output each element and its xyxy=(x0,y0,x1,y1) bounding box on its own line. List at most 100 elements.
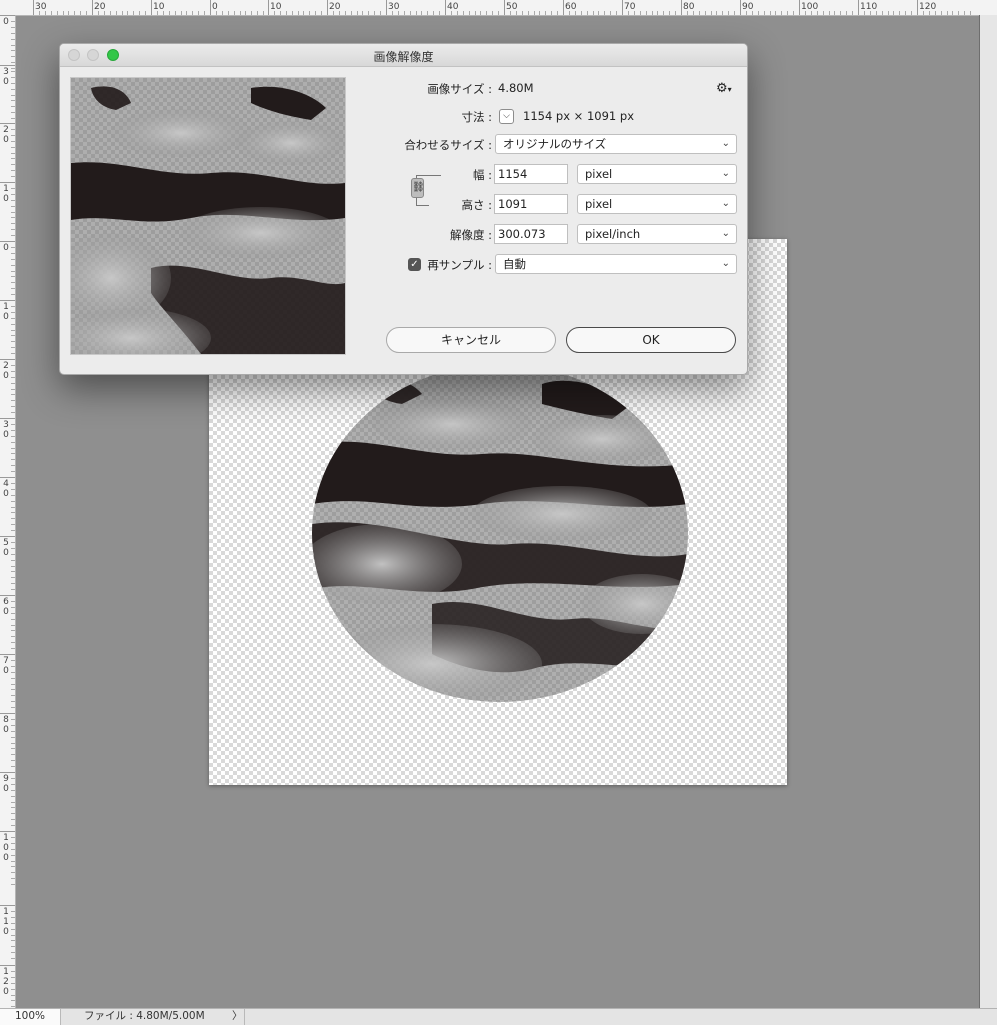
ruler-minor-tick xyxy=(11,423,15,425)
ruler-minor-tick xyxy=(11,288,15,290)
chevron-down-icon: ⌄ xyxy=(721,138,730,149)
ruler-minor-tick xyxy=(11,406,15,408)
ruler-minor-tick xyxy=(627,11,629,15)
ruler-minor-tick xyxy=(710,11,712,15)
ruler-minor-tick xyxy=(934,11,936,15)
ruler-minor-tick xyxy=(11,400,15,402)
dimensions-value: 1154 px × 1091 px xyxy=(523,109,635,123)
ruler-minor-tick xyxy=(846,11,848,15)
ruler-minor-tick xyxy=(11,170,15,172)
ruler-minor-tick xyxy=(887,11,889,15)
ruler-minor-tick xyxy=(928,11,930,15)
ruler-minor-tick xyxy=(11,252,15,254)
ruler-minor-tick xyxy=(11,642,15,644)
ruler-tick xyxy=(0,477,15,478)
ruler-minor-tick xyxy=(11,146,15,148)
ruler-minor-tick xyxy=(11,62,15,64)
ruler-minor-tick xyxy=(433,11,435,15)
ruler-minor-tick xyxy=(11,789,15,791)
ruler-minor-tick xyxy=(11,795,15,797)
ruler-minor-tick xyxy=(11,825,15,827)
dimensions-label: 寸法 : xyxy=(461,110,492,124)
ruler-label: 20 xyxy=(3,361,9,381)
ruler-minor-tick xyxy=(598,11,600,15)
height-input[interactable]: 1091 xyxy=(494,194,568,214)
ruler-minor-tick xyxy=(11,258,15,260)
resolution-unit-select[interactable]: pixel/inch ⌄ xyxy=(577,224,737,244)
cancel-button[interactable]: キャンセル xyxy=(386,327,556,353)
ruler-minor-tick xyxy=(257,11,259,15)
ruler-minor-tick xyxy=(515,11,517,15)
ruler-minor-tick xyxy=(651,11,653,15)
ruler-minor-tick xyxy=(722,11,724,15)
ruler-minor-tick xyxy=(11,940,15,942)
gear-icon[interactable]: ⚙▾ xyxy=(716,81,732,96)
ruler-minor-tick xyxy=(11,524,15,526)
ruler-minor-tick xyxy=(362,11,364,15)
ruler-minor-tick xyxy=(263,11,265,15)
ruler-tick xyxy=(0,241,15,242)
ruler-tick xyxy=(858,0,859,15)
resolution-input[interactable]: 300.073 xyxy=(494,224,568,244)
ruler-minor-tick xyxy=(11,370,15,372)
ruler-minor-tick xyxy=(273,11,275,15)
ok-button[interactable]: OK xyxy=(566,327,736,353)
ruler-minor-tick xyxy=(11,412,15,414)
ruler-minor-tick xyxy=(11,872,15,874)
ruler-minor-tick xyxy=(162,11,164,15)
ruler-minor-tick xyxy=(11,624,15,626)
ruler-minor-tick xyxy=(97,11,99,15)
ruler-tick xyxy=(0,15,15,16)
status-menu-arrow[interactable]: 〉 xyxy=(232,1009,243,1024)
width-unit-select[interactable]: pixel ⌄ xyxy=(577,164,737,184)
ruler-label: 70 xyxy=(3,656,9,676)
ruler-minor-tick xyxy=(11,754,15,756)
ruler-label: 110 xyxy=(3,907,9,937)
ruler-minor-tick xyxy=(11,118,15,120)
ruler-minor-tick xyxy=(11,176,15,178)
ruler-minor-tick xyxy=(11,583,15,585)
ruler-minor-tick xyxy=(11,600,15,602)
ruler-tick xyxy=(0,713,15,714)
ruler-tick xyxy=(327,0,328,15)
ruler-minor-tick xyxy=(474,11,476,15)
ruler-minor-tick xyxy=(133,11,135,15)
ruler-minor-tick xyxy=(586,11,588,15)
ruler-minor-tick xyxy=(11,946,15,948)
width-label: 幅 : xyxy=(472,168,492,182)
ruler-label: 10 xyxy=(3,184,9,204)
ruler-minor-tick xyxy=(592,11,594,15)
fit-to-select[interactable]: オリジナルのサイズ ⌄ xyxy=(495,134,737,154)
ruler-minor-tick xyxy=(11,683,15,685)
height-label: 高さ : xyxy=(461,198,492,212)
zoom-level-field[interactable]: 100% xyxy=(0,1009,61,1025)
ruler-minor-tick xyxy=(11,482,15,484)
dialog-title: 画像解像度 xyxy=(373,50,434,64)
ruler-label: 120 xyxy=(3,967,9,997)
vertical-ruler[interactable]: 03020100102030405060708090100110120 xyxy=(0,15,16,1008)
ruler-minor-tick xyxy=(233,11,235,15)
ruler-minor-tick xyxy=(285,11,287,15)
width-input[interactable]: 1154 xyxy=(494,164,568,184)
image-preview[interactable] xyxy=(70,77,346,355)
ruler-minor-tick xyxy=(11,500,15,502)
ruler-tick xyxy=(740,0,741,15)
horizontal-ruler[interactable]: 30 20 10 0 10 20 30 40 50 60 70 80 90 100 110 120 xyxy=(0,0,997,16)
ruler-minor-tick xyxy=(11,982,15,984)
ruler-minor-tick xyxy=(174,11,176,15)
ruler-tick xyxy=(0,654,15,655)
ruler-minor-tick xyxy=(192,11,194,15)
ruler-minor-tick xyxy=(11,229,15,231)
ruler-minor-tick xyxy=(639,11,641,15)
dialog-titlebar[interactable]: 画像解像度 xyxy=(60,44,747,67)
ruler-minor-tick xyxy=(462,11,464,15)
chevron-down-icon: ⌄ xyxy=(721,198,730,209)
ruler-tick xyxy=(622,0,623,15)
ruler-minor-tick xyxy=(403,11,405,15)
ruler-minor-tick xyxy=(669,11,671,15)
dimensions-unit-dropdown[interactable]: ⌵ xyxy=(499,109,514,124)
height-unit-select[interactable]: pixel ⌄ xyxy=(577,194,737,214)
resample-select[interactable]: 自動 ⌄ xyxy=(495,254,737,274)
ruler-minor-tick xyxy=(11,217,15,219)
ruler-minor-tick xyxy=(350,11,352,15)
